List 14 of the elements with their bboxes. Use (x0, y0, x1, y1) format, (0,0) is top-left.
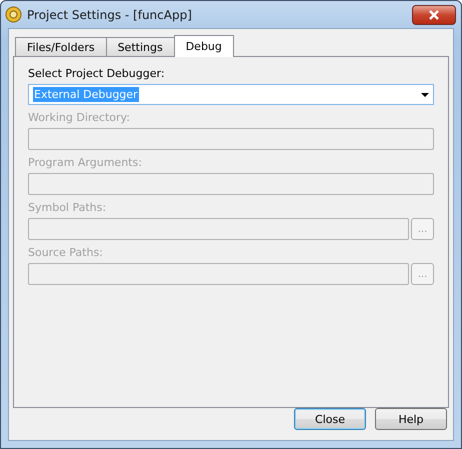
tab[interactable]: Settings (106, 37, 175, 56)
field-label: Symbol Paths: (28, 201, 108, 216)
close-icon[interactable] (412, 4, 456, 24)
field-label: Program Arguments: (28, 156, 143, 171)
tab[interactable]: Debug (174, 35, 234, 57)
dialog-button[interactable]: Close (294, 408, 366, 430)
field-label: Working Directory: (28, 111, 131, 126)
dialog-button[interactable]: Help (375, 408, 447, 430)
field-label: Select Project Debugger: (28, 67, 166, 82)
field-label: Source Paths: (28, 246, 104, 261)
window-title: Project Settings - [funcApp] (27, 8, 193, 22)
caret-icon (421, 92, 429, 96)
tab[interactable]: Files/Folders (15, 37, 107, 56)
app-icon (5, 6, 22, 23)
